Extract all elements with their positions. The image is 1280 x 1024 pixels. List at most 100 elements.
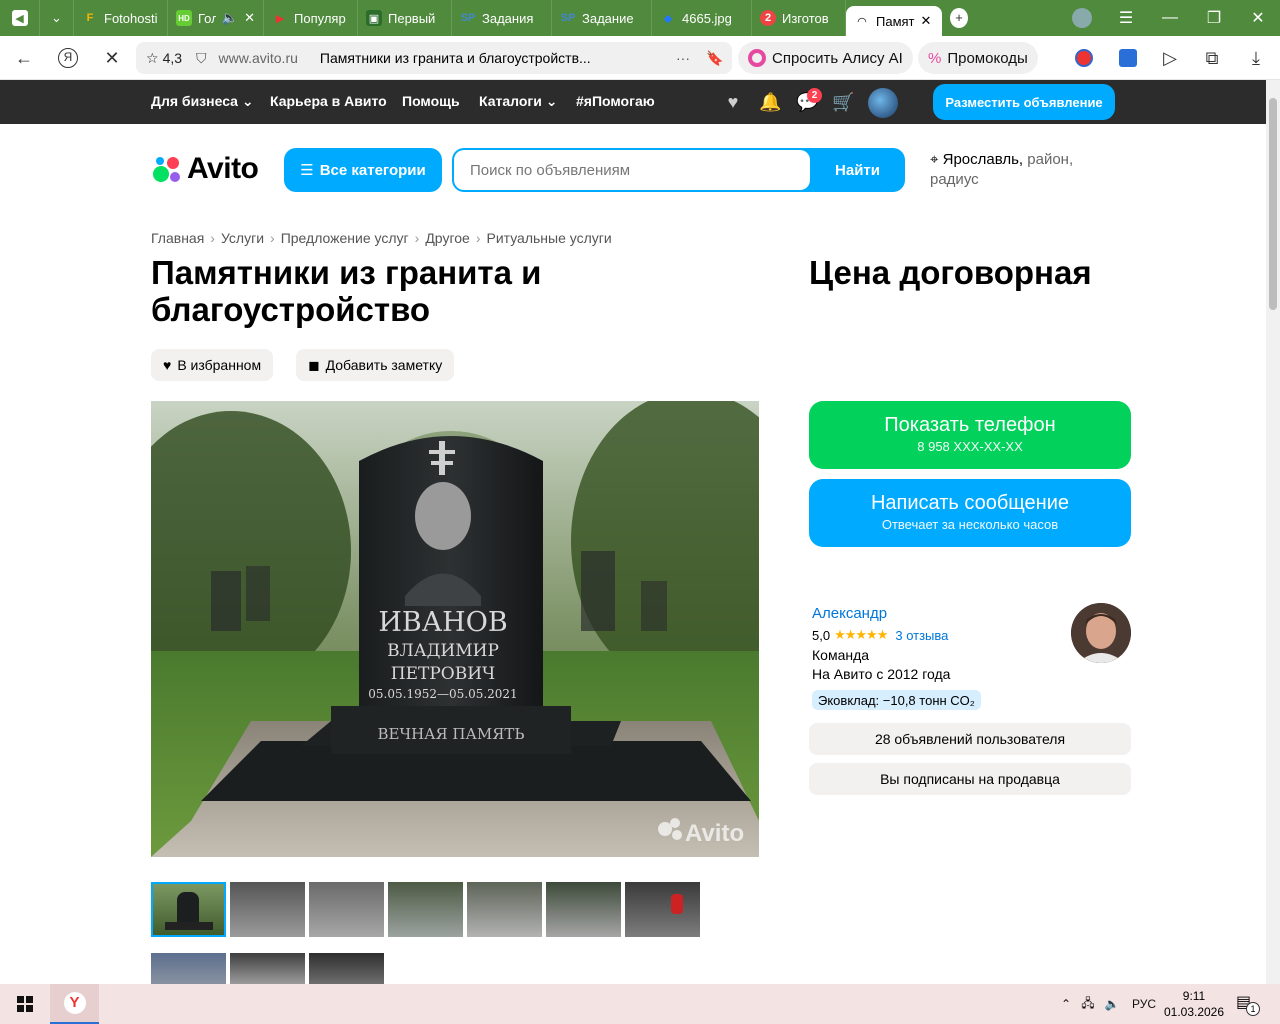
find-button[interactable]: Найти	[810, 148, 905, 192]
start-button[interactable]	[0, 984, 50, 1024]
post-ad-button[interactable]: Разместить объявление	[933, 84, 1115, 120]
breadcrumb-item[interactable]: Ритуальные услуги	[486, 230, 611, 246]
more-icon[interactable]: ···	[676, 50, 690, 66]
monument-photo: ИВАНОВ ВЛАДИМИР ПЕТРОВИЧ 05.05.1952—05.0…	[151, 401, 759, 857]
cart-icon[interactable]: 🛒	[832, 91, 854, 113]
tab-5[interactable]: SP Задание	[552, 0, 652, 36]
close-tab-icon[interactable]: ✕	[244, 10, 255, 26]
alice-button[interactable]: Спросить Алису AI	[738, 42, 913, 74]
thumbnail[interactable]	[625, 882, 700, 937]
volume-icon[interactable]: 🔈	[1100, 997, 1124, 1011]
tab-8-active[interactable]: ◠ Памят ✕	[846, 6, 942, 36]
phone-number: 8 958 XXX-XX-XX	[917, 439, 1023, 454]
write-message-button[interactable]: Написать сообщение Отвечает за несколько…	[809, 479, 1131, 547]
main-listing-image[interactable]: ИВАНОВ ВЛАДИМИР ПЕТРОВИЧ 05.05.1952—05.0…	[151, 401, 759, 857]
thumbnail[interactable]	[151, 882, 226, 937]
tab-3[interactable]: ▣ Первый	[358, 0, 452, 36]
thumbnail[interactable]	[309, 882, 384, 937]
bell-icon[interactable]: 🔔	[759, 91, 781, 113]
restore-icon[interactable]: ❐	[1192, 0, 1236, 36]
audio-icon: 🔈	[221, 10, 239, 25]
location-city: Ярославль,	[942, 151, 1024, 168]
thumbnail[interactable]	[467, 882, 542, 937]
close-window-icon[interactable]: ✕	[1236, 0, 1280, 36]
tab-1[interactable]: HD Гол 🔈 ✕	[168, 0, 264, 36]
download-icon[interactable]: ⤓	[1236, 38, 1276, 78]
close-tab-icon[interactable]: ✕	[921, 13, 932, 29]
extension-video-icon[interactable]: ▷	[1150, 38, 1190, 78]
nav-business[interactable]: Для бизнеса ⌄	[151, 93, 254, 110]
nav-help[interactable]: Помощь	[402, 93, 460, 109]
notifications-button[interactable]: ▤ 1	[1236, 992, 1260, 1016]
thumbnail[interactable]	[309, 953, 384, 984]
thumbnail[interactable]	[230, 882, 305, 937]
star-icon: ☆	[146, 49, 159, 66]
reviews-link[interactable]: 3 отзыва	[895, 628, 948, 643]
monument-name: ВЛАДИМИР	[387, 641, 499, 661]
nav-career[interactable]: Карьера в Авито	[270, 93, 387, 109]
scrollbar[interactable]	[1266, 80, 1280, 984]
svg-text:Avito: Avito	[685, 820, 744, 847]
breadcrumb-item[interactable]: Другое	[425, 230, 469, 246]
profile-avatar-icon[interactable]	[1060, 0, 1104, 36]
favorite-button[interactable]: ♥ В избранном	[151, 349, 274, 381]
stop-button[interactable]: ✕	[92, 38, 132, 78]
url-text: www.avito.ru	[218, 50, 298, 66]
eco-badge[interactable]: Эковклад: −10,8 тонн CO₂	[812, 690, 981, 710]
heart-icon[interactable]: ♥	[722, 91, 744, 113]
thumbnail[interactable]	[388, 882, 463, 937]
scrollbar-thumb[interactable]	[1269, 98, 1277, 310]
shield-icon: ⛉	[196, 49, 207, 66]
user-listings-button[interactable]: 28 объявлений пользователя	[809, 723, 1131, 755]
seller-name[interactable]: Александр	[812, 605, 887, 622]
seller-since: На Авито с 2012 года	[812, 666, 951, 682]
avito-top-nav: Для бизнеса ⌄ Карьера в Авито Помощь Кат…	[0, 80, 1266, 124]
monument-epitaph: ВЕЧНАЯ ПАМЯТЬ	[378, 725, 525, 743]
location-selector[interactable]: ⌖ Ярославль, район, радиус	[930, 150, 1100, 190]
seller-avatar[interactable]	[1071, 603, 1131, 663]
promo-button[interactable]: % Промокоды	[918, 42, 1038, 74]
chevron-up-icon[interactable]: ⌃	[1056, 997, 1076, 1011]
url-box[interactable]: ☆ 4,3 ⛉ www.avito.ru Памятники из гранит…	[136, 42, 732, 74]
tab-4[interactable]: SP Задания	[452, 0, 552, 36]
extension-antivirus-icon[interactable]	[1064, 38, 1104, 78]
nav-catalogs[interactable]: Каталоги ⌄	[479, 93, 557, 110]
show-phone-button[interactable]: Показать телефон 8 958 XXX-XX-XX	[809, 401, 1131, 469]
seller-photo	[1071, 603, 1131, 663]
seller-type: Команда	[812, 647, 870, 663]
avito-logo[interactable]: Avito	[151, 152, 259, 186]
breadcrumb-item[interactable]: Главная	[151, 230, 204, 246]
tabs-dropdown-button[interactable]: ⌄	[40, 0, 74, 36]
extension-puzzle-icon[interactable]: ⧉	[1192, 38, 1232, 78]
tab-0[interactable]: F Fotohosti	[74, 0, 168, 36]
bookmark-icon[interactable]: 🔖	[706, 50, 723, 67]
tab-2[interactable]: ▶ Популяр	[264, 0, 358, 36]
subscribed-button[interactable]: Вы подписаны на продавца	[809, 763, 1131, 795]
breadcrumb-item[interactable]: Услуги	[221, 230, 264, 246]
network-icon[interactable]: 🖧	[1076, 994, 1100, 1015]
all-categories-button[interactable]: ☰ Все категории	[284, 148, 442, 192]
add-note-button[interactable]: ◼ Добавить заметку	[296, 349, 455, 381]
thumbnail[interactable]	[151, 953, 226, 984]
clock[interactable]: 9:11 01.03.2026	[1162, 988, 1226, 1020]
tab-6[interactable]: ◆ 4665.jpg	[652, 0, 752, 36]
new-tab-button[interactable]: +	[942, 0, 976, 36]
browser-menu-button[interactable]: ◀	[0, 0, 40, 36]
search-input[interactable]	[454, 150, 810, 190]
language-indicator[interactable]: РУС	[1132, 997, 1156, 1011]
user-avatar[interactable]	[868, 88, 898, 118]
nav-ya-pomogayu[interactable]: #яПомогаю	[576, 93, 655, 109]
thumbnail[interactable]	[546, 882, 621, 937]
percent-icon: %	[928, 49, 942, 67]
minimize-icon[interactable]: —	[1148, 0, 1192, 36]
extension-translate-icon[interactable]	[1108, 38, 1148, 78]
site-rating: 4,3	[162, 50, 183, 66]
breadcrumb-item[interactable]: Предложение услуг	[281, 230, 409, 246]
tab-7[interactable]: 2 Изготов	[752, 0, 846, 36]
yandex-browser-taskbar-button[interactable]: Y	[50, 984, 99, 1024]
yandex-button[interactable]: Я	[48, 38, 88, 78]
browser-settings-icon[interactable]: ☰	[1104, 0, 1148, 36]
back-button[interactable]: ←	[4, 38, 44, 78]
thumbnail[interactable]	[230, 953, 305, 984]
page-icon: ▣	[366, 10, 382, 26]
